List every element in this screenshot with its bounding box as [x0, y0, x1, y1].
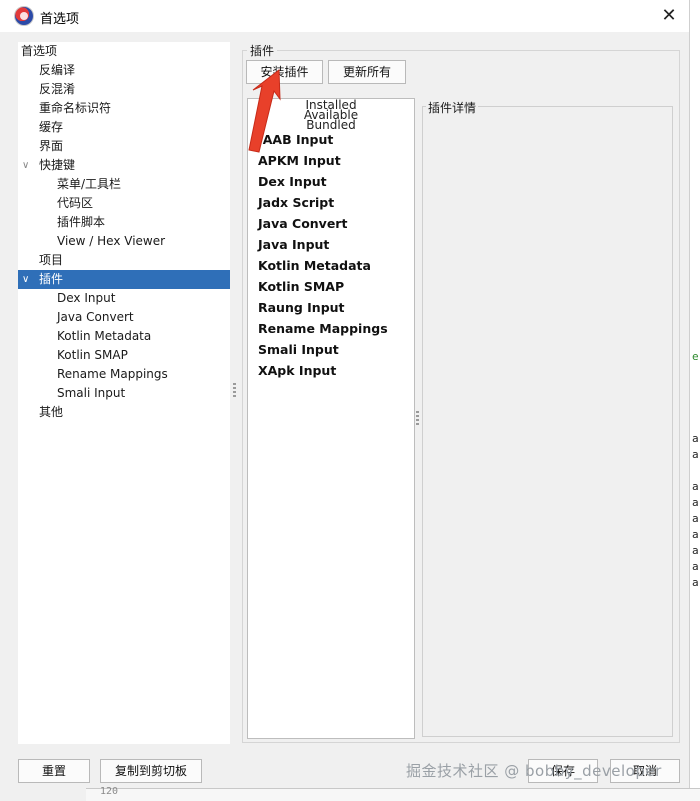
plugin-details-title: 插件详情	[426, 99, 479, 116]
plugin-details-panel	[422, 106, 673, 737]
background-code-char: a	[692, 576, 699, 589]
tree-item[interactable]: 代码区	[18, 194, 230, 213]
background-code-char: a	[692, 528, 699, 541]
copy-to-clipboard-button[interactable]: 复制到剪切板	[100, 759, 202, 783]
tree-item-label: 重命名标识符	[39, 101, 112, 115]
plugin-list-item[interactable]: Kotlin SMAP	[258, 279, 344, 294]
tree-item[interactable]: 重命名标识符	[18, 99, 230, 118]
plugin-list-item[interactable]: Jadx Script	[258, 195, 334, 210]
background-window-bottom	[86, 788, 700, 801]
line-number: 120	[100, 786, 119, 797]
background-code-char: a	[692, 448, 699, 461]
tree-item[interactable]: 界面	[18, 137, 230, 156]
background-code-char: a	[692, 544, 699, 557]
tree-item[interactable]: 插件脚本	[18, 213, 230, 232]
tree-item-label: Rename Mappings	[57, 367, 168, 381]
plugin-list-item[interactable]: Smali Input	[258, 342, 339, 357]
tree-item[interactable]: Smali Input	[18, 384, 230, 403]
tree-item-label: 界面	[39, 139, 64, 153]
tree-item-label: 其他	[39, 405, 64, 419]
tree-item-label: View / Hex Viewer	[57, 234, 166, 248]
update-all-button[interactable]: 更新所有	[328, 60, 406, 84]
chevron-down-icon[interactable]: ∨	[22, 156, 29, 175]
close-icon[interactable]: ✕	[656, 4, 682, 28]
tree-item[interactable]: 其他	[18, 403, 230, 422]
background-window-edge: eaaaaaaaaa	[689, 0, 700, 800]
tree-item-label: Smali Input	[57, 386, 126, 400]
watermark: 掘金技术社区 @ bobby_developer	[406, 762, 662, 780]
tree-item-label: 首选项	[21, 44, 58, 58]
tree-item-label: Kotlin SMAP	[57, 348, 128, 362]
background-code-char: a	[692, 560, 699, 573]
plugin-list-item[interactable]: Raung Input	[258, 300, 345, 315]
background-code-char: a	[692, 480, 699, 493]
tree-item[interactable]: 首选项	[18, 42, 230, 61]
background-code-char: a	[692, 432, 699, 445]
tree-item[interactable]: Dex Input	[18, 289, 230, 308]
tree-item[interactable]: 缓存	[18, 118, 230, 137]
tree-item-label: Dex Input	[57, 291, 116, 305]
tree-item[interactable]: 反编译	[18, 61, 230, 80]
tree-item[interactable]: 反混淆	[18, 80, 230, 99]
tree-item-label: 插件	[39, 272, 64, 286]
title-bar	[0, 0, 700, 32]
annotation-arrow-icon	[248, 69, 281, 153]
tree-item[interactable]: 菜单/工具栏	[18, 175, 230, 194]
tree-item-label: 快捷键	[39, 158, 76, 172]
tree-item-label: 项目	[39, 253, 64, 267]
plugin-list-item[interactable]: XApk Input	[258, 363, 336, 378]
reset-button[interactable]: 重置	[18, 759, 90, 783]
preferences-tree: 首选项反编译反混淆重命名标识符 缓存界面 ∨ 快捷键菜单/工具栏 代码区插件脚本 View…	[18, 42, 230, 744]
tree-item-label: 菜单/工具栏	[57, 177, 122, 191]
tree-item-label: Kotlin Metadata	[57, 329, 152, 343]
tree-item[interactable]: Java Convert	[18, 308, 230, 327]
splitter-handle[interactable]	[233, 383, 236, 397]
list-splitter-handle[interactable]	[416, 411, 419, 425]
tree-item-label: 缓存	[39, 120, 64, 134]
plugins-group-title: 插件	[247, 42, 278, 59]
tree-item-label: Java Convert	[57, 310, 134, 324]
tree-item[interactable]: Kotlin Metadata	[18, 327, 230, 346]
chevron-down-icon[interactable]: ∨	[22, 270, 29, 289]
plugin-list-item[interactable]: Kotlin Metadata	[258, 258, 371, 273]
tree-item-label: 插件脚本	[57, 215, 106, 229]
tree-item[interactable]: View / Hex Viewer	[18, 232, 230, 251]
tree-item-label: 反编译	[39, 63, 76, 77]
plugin-list-item[interactable]: Java Input	[258, 237, 329, 252]
tree-item-label: 代码区	[57, 196, 94, 210]
background-code-char: a	[692, 496, 699, 509]
tree-item[interactable]: Rename Mappings	[18, 365, 230, 384]
background-code-char: a	[692, 512, 699, 525]
plugin-list-item[interactable]: APKM Input	[258, 153, 341, 168]
background-code-char: e	[692, 350, 699, 363]
app-logo-icon	[14, 6, 34, 26]
plugin-list[interactable]: Installed Available Bundled .AAB Input APKM …	[247, 98, 415, 739]
tree-item-label: 反混淆	[39, 82, 76, 96]
plugin-list-item[interactable]: Rename Mappings	[258, 321, 388, 336]
tree-item[interactable]: ∨ 插件	[18, 270, 230, 289]
tree-item[interactable]: Kotlin SMAP	[18, 346, 230, 365]
window-title: 首选项	[40, 12, 80, 27]
tree-item[interactable]: 项目	[18, 251, 230, 270]
tree-item[interactable]: ∨ 快捷键	[18, 156, 230, 175]
plugin-list-item[interactable]: Java Convert	[258, 216, 347, 231]
plugin-list-item[interactable]: Dex Input	[258, 174, 327, 189]
